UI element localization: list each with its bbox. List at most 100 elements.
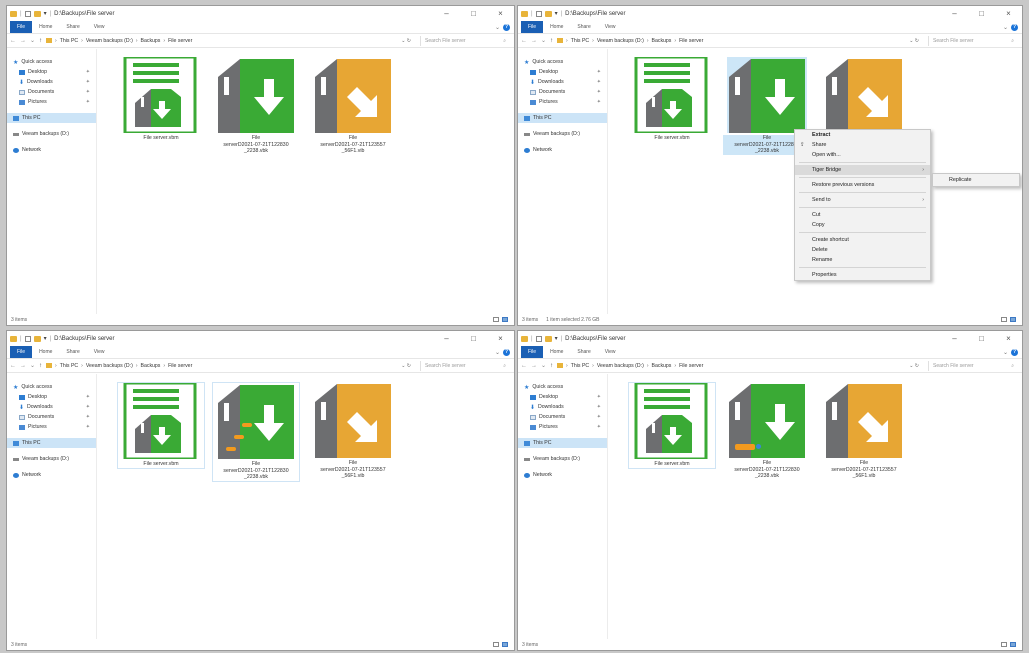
minimize-icon[interactable]: – — [433, 334, 460, 343]
maximize-icon[interactable]: □ — [460, 9, 487, 18]
file-view[interactable]: File server.vbm File serverD2021-07-21T12… — [608, 49, 1022, 314]
breadcrumb-item[interactable]: File server — [679, 38, 703, 44]
search-input[interactable]: Search File server ⌕ — [928, 360, 1018, 371]
back-icon[interactable]: ← — [10, 363, 16, 369]
tab-view[interactable]: View — [598, 346, 623, 358]
breadcrumb-item[interactable]: This PC — [571, 363, 589, 369]
tab-home[interactable]: Home — [32, 21, 59, 33]
details-view-icon[interactable] — [1001, 317, 1007, 322]
large-icons-view-icon[interactable] — [1010, 317, 1016, 322]
sidebar-item-network[interactable]: Network — [7, 145, 96, 155]
properties-icon[interactable] — [24, 10, 31, 17]
properties-icon[interactable] — [535, 335, 542, 342]
forward-icon[interactable]: → — [531, 363, 537, 369]
breadcrumb-item[interactable]: Veeam backups (D:) — [86, 38, 133, 44]
close-icon[interactable]: × — [995, 9, 1022, 18]
chevron-down-icon[interactable]: ⌄ — [30, 362, 35, 369]
file-tile[interactable]: File serverD2021-07-21T122830 _2238.vbk — [212, 57, 300, 155]
menu-item-share[interactable]: ⇪ Share — [795, 140, 930, 150]
properties-icon[interactable] — [535, 10, 542, 17]
sidebar-item-veeam-backups-d[interactable]: Veeam backups (D:) — [518, 129, 607, 139]
file-tile[interactable]: File server.vbm — [628, 381, 716, 469]
sidebar-item-network[interactable]: Network — [7, 470, 96, 480]
tab-home[interactable]: Home — [543, 21, 570, 33]
file-view[interactable]: File server.vbm File serverD2021-07-21T12… — [97, 374, 514, 639]
search-input[interactable]: Search File server ⌕ — [420, 360, 510, 371]
menu-item-extract[interactable]: Extract — [795, 130, 930, 140]
refresh-icon[interactable]: ⌄ ↻ — [909, 363, 919, 369]
expand-ribbon-icon[interactable]: ⌄ — [1003, 24, 1008, 31]
chevron-down-icon[interactable]: ▾ — [44, 10, 47, 17]
details-view-icon[interactable] — [493, 317, 499, 322]
chevron-down-icon[interactable]: ⌄ — [541, 362, 546, 369]
sidebar-item-quick-access[interactable]: ★ Quick access — [518, 57, 607, 67]
tab-view[interactable]: View — [87, 346, 112, 358]
new-folder-icon[interactable] — [33, 10, 41, 17]
tab-view[interactable]: View — [87, 21, 112, 33]
new-folder-icon[interactable] — [544, 335, 552, 342]
back-icon[interactable]: ← — [521, 363, 527, 369]
sidebar-item-pictures[interactable]: Pictures ✦ — [7, 422, 96, 432]
breadcrumb-item[interactable]: This PC — [571, 38, 589, 44]
details-view-icon[interactable] — [1001, 642, 1007, 647]
help-icon[interactable]: ? — [503, 348, 510, 356]
up-icon[interactable]: ↑ — [39, 38, 42, 44]
chevron-down-icon[interactable]: ▾ — [44, 335, 47, 342]
back-icon[interactable]: ← — [521, 38, 527, 44]
menu-item-copy[interactable]: Copy — [795, 220, 930, 230]
large-icons-view-icon[interactable] — [1010, 642, 1016, 647]
sidebar-item-documents[interactable]: Documents ✦ — [518, 87, 607, 97]
menu-item-rename[interactable]: Rename — [795, 255, 930, 265]
up-icon[interactable]: ↑ — [550, 38, 553, 44]
chevron-down-icon[interactable]: ⌄ — [541, 37, 546, 44]
menu-item-cut[interactable]: Cut — [795, 210, 930, 220]
close-icon[interactable]: × — [487, 334, 514, 343]
maximize-icon[interactable]: □ — [460, 334, 487, 343]
forward-icon[interactable]: → — [20, 38, 26, 44]
tab-file[interactable]: File — [521, 346, 544, 358]
forward-icon[interactable]: → — [531, 38, 537, 44]
breadcrumb[interactable]: › This PC › Veeam backups (D:) › Backups › File… — [557, 38, 905, 44]
refresh-icon[interactable]: ⌄ ↻ — [401, 38, 411, 44]
large-icons-view-icon[interactable] — [502, 317, 508, 322]
breadcrumb[interactable]: › This PC › Veeam backups (D:) › Backups › File… — [46, 38, 397, 44]
up-icon[interactable]: ↑ — [39, 363, 42, 369]
breadcrumb-item[interactable]: File server — [168, 38, 192, 44]
sidebar-item-downloads[interactable]: ⬇ Downloads ✦ — [518, 77, 607, 87]
sidebar-item-this-pc[interactable]: This PC — [518, 113, 607, 123]
close-icon[interactable]: × — [995, 334, 1022, 343]
refresh-icon[interactable]: ⌄ ↻ — [401, 363, 411, 369]
tab-share[interactable]: Share — [59, 346, 86, 358]
sidebar-item-quick-access[interactable]: ★ Quick access — [7, 382, 96, 392]
sidebar-item-pictures[interactable]: Pictures ✦ — [7, 97, 96, 107]
menu-item-replicate[interactable]: Replicate — [933, 174, 1019, 186]
breadcrumb[interactable]: › This PC › Veeam backups (D:) › Backups › File… — [46, 363, 397, 369]
breadcrumb-item[interactable]: Backups — [141, 363, 161, 369]
sidebar-item-documents[interactable]: Documents ✦ — [518, 412, 607, 422]
breadcrumb-item[interactable]: Veeam backups (D:) — [597, 38, 644, 44]
sidebar-item-quick-access[interactable]: ★ Quick access — [7, 57, 96, 67]
breadcrumb-item[interactable]: This PC — [60, 38, 78, 44]
new-folder-icon[interactable] — [33, 335, 41, 342]
sidebar-item-documents[interactable]: Documents ✦ — [7, 87, 96, 97]
breadcrumb-item[interactable]: File server — [679, 363, 703, 369]
breadcrumb-item[interactable]: Backups — [652, 38, 672, 44]
sidebar-item-this-pc[interactable]: This PC — [518, 438, 607, 448]
file-tile[interactable]: File server.vbm — [117, 55, 205, 142]
search-input[interactable]: Search File server ⌕ — [928, 35, 1018, 46]
chevron-down-icon[interactable]: ▾ — [555, 335, 558, 342]
menu-item-properties[interactable]: Properties — [795, 270, 930, 280]
large-icons-view-icon[interactable] — [502, 642, 508, 647]
help-icon[interactable]: ? — [1011, 348, 1018, 356]
sidebar-item-this-pc[interactable]: This PC — [7, 438, 96, 448]
menu-item-restore-previous-versions[interactable]: Restore previous versions — [795, 180, 930, 190]
tab-file[interactable]: File — [521, 21, 544, 33]
details-view-icon[interactable] — [493, 642, 499, 647]
maximize-icon[interactable]: □ — [968, 334, 995, 343]
tab-share[interactable]: Share — [570, 346, 597, 358]
menu-item-create-shortcut[interactable]: Create shortcut — [795, 235, 930, 245]
tab-share[interactable]: Share — [570, 21, 597, 33]
breadcrumb-item[interactable]: Veeam backups (D:) — [86, 363, 133, 369]
sidebar-item-desktop[interactable]: Desktop ✦ — [518, 392, 607, 402]
close-icon[interactable]: × — [487, 9, 514, 18]
